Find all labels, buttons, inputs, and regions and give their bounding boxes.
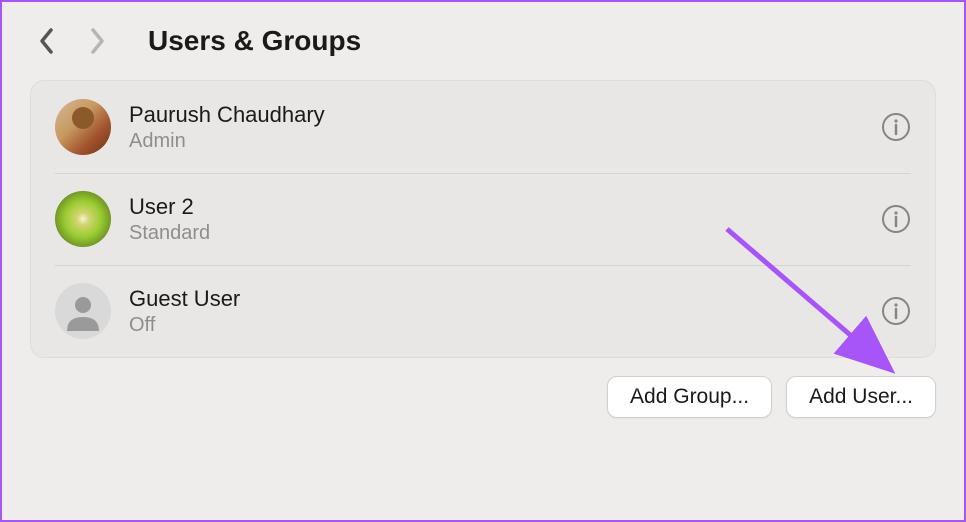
user-role: Off — [129, 314, 863, 337]
footer: Add Group... Add User... — [2, 358, 964, 436]
user-row: User 2 Standard — [31, 173, 935, 265]
info-button[interactable] — [881, 112, 911, 142]
user-name: Guest User — [129, 286, 863, 312]
info-icon — [881, 204, 911, 234]
users-list: Paurush Chaudhary Admin User 2 Standard — [30, 80, 936, 358]
user-name: Paurush Chaudhary — [129, 102, 863, 128]
user-name: User 2 — [129, 194, 863, 220]
person-icon — [63, 291, 103, 331]
info-icon — [881, 112, 911, 142]
user-role: Standard — [129, 222, 863, 245]
forward-button — [80, 24, 114, 58]
info-button[interactable] — [881, 296, 911, 326]
add-user-button[interactable]: Add User... — [786, 376, 936, 418]
add-group-button[interactable]: Add Group... — [607, 376, 772, 418]
user-info: Guest User Off — [129, 286, 863, 337]
users-groups-pane: Users & Groups Paurush Chaudhary Admin U… — [2, 2, 964, 520]
chevron-left-icon — [38, 27, 56, 55]
info-icon — [881, 296, 911, 326]
page-title: Users & Groups — [148, 25, 361, 57]
avatar — [55, 99, 111, 155]
user-row: Guest User Off — [31, 265, 935, 357]
header: Users & Groups — [2, 2, 964, 80]
avatar — [55, 191, 111, 247]
info-button[interactable] — [881, 204, 911, 234]
back-button[interactable] — [30, 24, 64, 58]
user-info: Paurush Chaudhary Admin — [129, 102, 863, 153]
chevron-right-icon — [88, 27, 106, 55]
avatar — [55, 283, 111, 339]
user-role: Admin — [129, 130, 863, 153]
user-info: User 2 Standard — [129, 194, 863, 245]
user-row: Paurush Chaudhary Admin — [31, 81, 935, 173]
